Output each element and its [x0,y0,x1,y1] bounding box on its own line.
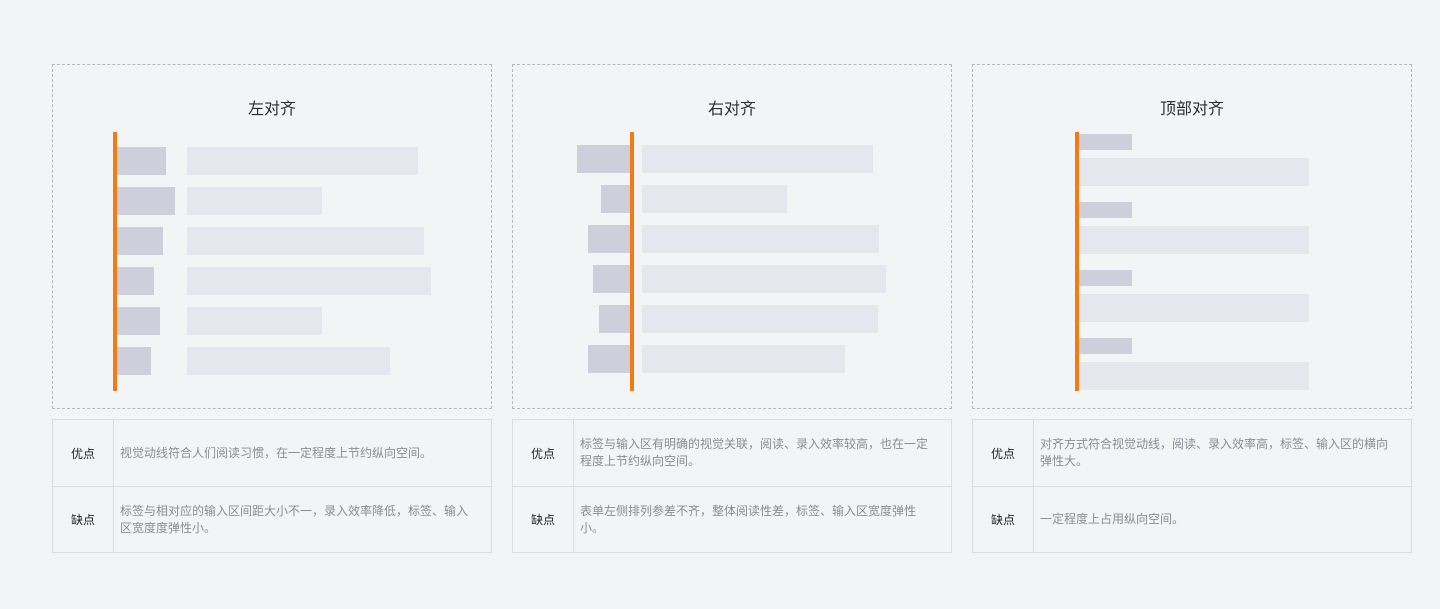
panel-title: 左对齐 [247,99,296,118]
cons-text: 标签与相对应的输入区间距大小不一，录入效率降低，标签、输入区宽度度弹性小。 [120,503,469,535]
pros-row: 优点 视觉动线符合人们阅读习惯，在一定程度上节约纵向空间。 [53,420,491,487]
illustration-box: 左对齐 [52,64,492,409]
input-placeholder [1079,226,1309,254]
pros-row: 优点 对齐方式符合视觉动线，阅读、录入效率高，标签、输入区的横向弹性大。 [973,420,1411,487]
input-placeholder [642,305,878,333]
input-placeholder [187,187,322,215]
input-placeholder [187,267,431,295]
panel-title: 顶部对齐 [1159,99,1224,118]
pros-row: 优点 标签与输入区有明确的视觉关联，阅读、录入效率较高，也在一定程度上节约纵向空… [513,420,951,487]
illustration-box: 右对齐 [512,64,952,409]
input-placeholder [642,145,873,173]
label-placeholder [1079,202,1132,218]
cons-label: 缺点 [513,487,574,552]
label-placeholder [117,347,151,375]
alignment-guide-line [630,132,634,391]
illustration-box: 顶部对齐 [972,64,1412,409]
cons-label: 缺点 [53,487,114,552]
input-placeholder [642,265,886,293]
pros-cons-table: 优点 对齐方式符合视觉动线，阅读、录入效率高，标签、输入区的横向弹性大。 缺点 … [972,419,1412,553]
input-placeholder [1079,294,1309,322]
label-placeholder [577,145,630,173]
label-placeholder [1079,134,1132,150]
label-placeholder [1079,338,1132,354]
pros-cons-table: 优点 视觉动线符合人们阅读习惯，在一定程度上节约纵向空间。 缺点 标签与相对应的… [52,419,492,553]
label-placeholder [117,187,175,215]
input-placeholder [1079,158,1309,186]
pros-text: 视觉动线符合人们阅读习惯，在一定程度上节约纵向空间。 [120,445,433,460]
label-placeholder [599,305,630,333]
label-placeholder [117,227,163,255]
input-placeholder [187,307,322,335]
label-placeholder [593,265,630,293]
pros-text: 对齐方式符合视觉动线，阅读、录入效率高，标签、输入区的横向弹性大。 [1040,437,1389,468]
label-placeholder [117,267,154,295]
pros-cons-table: 优点 标签与输入区有明确的视觉关联，阅读、录入效率较高，也在一定程度上节约纵向空… [512,419,952,553]
input-placeholder [187,147,418,175]
pros-label: 优点 [513,420,574,486]
label-placeholder [117,307,160,335]
input-placeholder [187,347,390,375]
label-placeholder [117,147,166,175]
cons-text: 一定程度上占用纵向空间。 [1040,512,1185,526]
pros-label: 优点 [53,420,114,486]
cons-row: 缺点 一定程度上占用纵向空间。 [973,487,1411,552]
input-placeholder [642,225,879,253]
cons-row: 缺点 标签与相对应的输入区间距大小不一，录入效率降低，标签、输入区宽度度弹性小。 [53,487,491,552]
pros-text: 标签与输入区有明确的视觉关联，阅读、录入效率较高，也在一定程度上节约纵向空间。 [580,437,929,468]
label-placeholder [588,345,630,373]
cons-label: 缺点 [973,487,1034,552]
input-placeholder [642,185,787,213]
cons-text: 表单左侧排列参差不齐，整体阅读性差，标签、输入区宽度弹性小。 [580,503,917,535]
pros-label: 优点 [973,420,1034,486]
input-placeholder [1079,362,1309,390]
input-placeholder [187,227,424,255]
input-placeholder [642,345,845,373]
label-placeholder [1079,270,1132,286]
panel-title: 右对齐 [707,99,756,118]
label-placeholder [601,185,630,213]
cons-row: 缺点 表单左侧排列参差不齐，整体阅读性差，标签、输入区宽度弹性小。 [513,487,951,552]
label-placeholder [588,225,630,253]
